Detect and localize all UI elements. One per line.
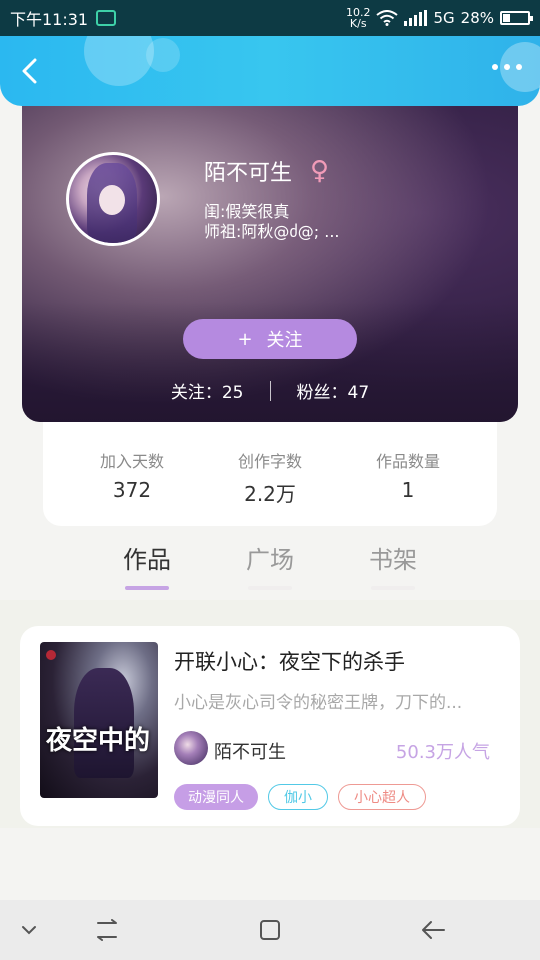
hide-nav-button[interactable] bbox=[16, 914, 42, 946]
stat-label: 作品数量 bbox=[375, 452, 440, 471]
profile-card: 陌不可生 ♀ 闺:假笑很真 师祖:阿秋@ძ@; ... + 关注 关注：25 粉… bbox=[22, 100, 518, 422]
stat-word-count: 创作字数 2.2万 bbox=[215, 422, 325, 526]
following-label: 关注： bbox=[170, 383, 222, 403]
wifi-icon bbox=[376, 10, 399, 26]
plus-icon: + bbox=[237, 328, 253, 350]
stat-value: 372 bbox=[112, 478, 152, 502]
chevron-left-icon bbox=[22, 58, 37, 84]
following-count: 25 bbox=[221, 383, 244, 403]
tab-label: 广场 bbox=[246, 546, 294, 574]
profile-name: 陌不可生 bbox=[204, 161, 293, 186]
screenshot-icon bbox=[96, 10, 117, 26]
chevron-down-icon bbox=[22, 926, 36, 935]
stat-join-days: 加入天数 372 bbox=[77, 422, 187, 526]
system-back-button[interactable] bbox=[418, 914, 448, 946]
more-horizontal-icon bbox=[492, 64, 498, 70]
book-tag[interactable]: 小心超人 bbox=[338, 784, 426, 810]
net-speed-unit: K/s bbox=[349, 17, 367, 30]
system-nav-bar bbox=[0, 900, 540, 960]
status-time: 下午11:31 bbox=[10, 10, 89, 29]
recents-button[interactable] bbox=[92, 914, 122, 946]
tab-bookshelf[interactable]: 书架 bbox=[338, 540, 448, 592]
follow-button-label: 关注 bbox=[266, 330, 303, 351]
more-button[interactable] bbox=[492, 64, 522, 70]
book-cover[interactable]: 夜空中的 bbox=[40, 642, 158, 798]
fans-count: 47 bbox=[347, 383, 370, 403]
tab-label: 作品 bbox=[123, 546, 171, 574]
network-type: 5G bbox=[433, 9, 455, 27]
follow-button[interactable]: + 关注 bbox=[183, 319, 357, 359]
home-button[interactable] bbox=[256, 914, 284, 946]
book-description: 小心是灰心司令的秘密王牌，刀下的... bbox=[174, 693, 463, 713]
arrow-left-icon bbox=[422, 921, 445, 939]
status-right: 10.2 K/s 5G 28% bbox=[346, 7, 533, 29]
stat-value: 2.2万 bbox=[244, 482, 296, 506]
following-stat[interactable]: 关注：25 bbox=[171, 378, 244, 403]
tab-indicator bbox=[371, 586, 415, 590]
status-bar: 下午11:31 10.2 K/s 5G 28% bbox=[0, 0, 540, 36]
home-square-icon bbox=[260, 920, 280, 940]
author-avatar[interactable] bbox=[174, 731, 208, 765]
book-cover-title: 夜空中的 bbox=[46, 726, 151, 756]
tab-label: 书架 bbox=[369, 546, 417, 574]
net-speed: 10.2 K/s bbox=[346, 7, 371, 29]
recents-icon bbox=[97, 919, 117, 941]
female-gender-icon: ♀ bbox=[310, 156, 330, 186]
signal-icon bbox=[404, 10, 428, 26]
header-decoration bbox=[84, 36, 154, 86]
battery-percent: 28% bbox=[460, 9, 494, 27]
stat-label: 创作字数 bbox=[237, 452, 302, 471]
book-title[interactable]: 开联小心：夜空下的杀手 bbox=[174, 646, 405, 676]
tab-works[interactable]: 作品 bbox=[92, 540, 202, 592]
tab-indicator bbox=[125, 586, 169, 590]
divider bbox=[269, 380, 271, 401]
header-bar bbox=[0, 36, 540, 106]
profile-tabs: 作品 广场 书架 bbox=[92, 540, 448, 592]
back-button[interactable] bbox=[14, 56, 44, 86]
battery-icon bbox=[500, 11, 533, 25]
book-card[interactable]: 夜空中的 开联小心：夜空下的杀手 小心是灰心司令的秘密王牌，刀下的... 陌不可… bbox=[20, 626, 520, 826]
header-decoration bbox=[146, 38, 180, 72]
stat-value: 1 bbox=[401, 478, 415, 502]
tab-square[interactable]: 广场 bbox=[215, 540, 325, 592]
stat-label: 加入天数 bbox=[99, 452, 164, 471]
creator-stats-card: 加入天数 372 创作字数 2.2万 作品数量 1 bbox=[43, 422, 497, 526]
fans-label: 粉丝： bbox=[296, 383, 348, 403]
fans-stat[interactable]: 粉丝：47 bbox=[297, 378, 370, 403]
book-tag[interactable]: 动漫同人 bbox=[174, 784, 258, 810]
stat-works-count: 作品数量 1 bbox=[353, 422, 463, 526]
profile-name-row: 陌不可生 ♀ bbox=[204, 155, 329, 187]
avatar[interactable] bbox=[66, 152, 160, 246]
book-tag[interactable]: 伽小 bbox=[268, 784, 328, 810]
profile-bio-line2: 师祖:阿秋@ძ@; ... bbox=[204, 222, 340, 241]
tab-indicator bbox=[248, 586, 292, 590]
book-popularity: 50.3万人气 bbox=[395, 742, 490, 763]
author-name[interactable]: 陌不可生 bbox=[214, 738, 286, 764]
follow-stats: 关注：25 粉丝：47 bbox=[22, 378, 518, 403]
